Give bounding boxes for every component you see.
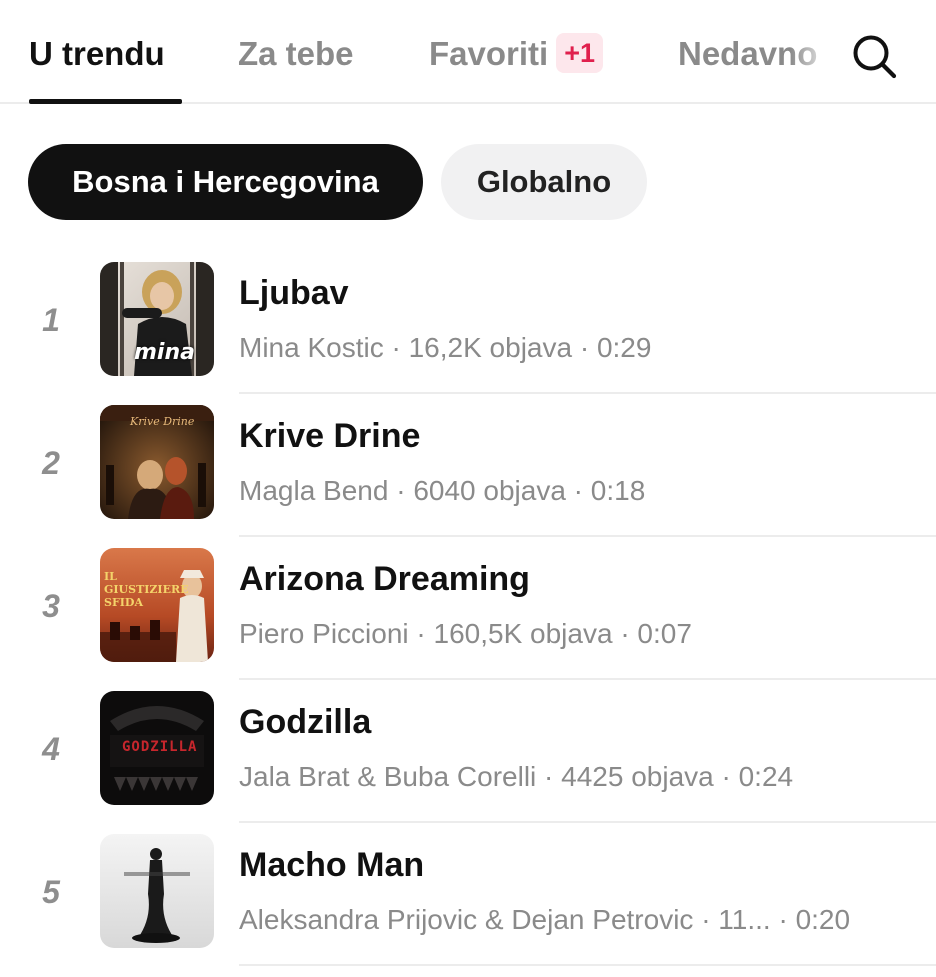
track-row[interactable]: 5 Macho Man Aleksandra Prijovic & Dejan … — [0, 834, 936, 977]
row-divider — [239, 964, 936, 966]
album-cover: GODZILLA — [100, 691, 214, 805]
region-chip-bih[interactable]: Bosna i Hercegovina — [28, 144, 423, 220]
track-title: Godzilla — [239, 703, 372, 741]
album-cover: Krive Drine — [100, 405, 214, 519]
cover-label: Krive Drine — [130, 415, 195, 428]
top-tab-bar: U trendu Za tebe Favoriti +1 Nedavno — [0, 0, 936, 104]
tab-u-trendu[interactable]: U trendu — [29, 30, 165, 78]
track-row[interactable]: 3 IL GIUSTIZIERE SFIDA Arizona Dreaming … — [0, 548, 936, 691]
tab-nedavno[interactable]: Nedavno — [678, 30, 817, 78]
album-cover: mina — [100, 262, 214, 376]
search-button[interactable] — [848, 30, 900, 82]
tab-label: U trendu — [29, 35, 165, 72]
row-divider — [239, 392, 936, 394]
cover-label: IL GIUSTIZIERE SFIDA — [104, 570, 189, 609]
track-row[interactable]: 1 mina Ljubav Mina Kostic · 16,2K objava… — [0, 262, 936, 405]
track-row[interactable]: 2 Krive Drine Krive Drine Magla Bend · 6… — [0, 405, 936, 548]
region-chip-global[interactable]: Globalno — [441, 144, 647, 220]
search-icon — [853, 35, 897, 79]
tab-favoriti[interactable]: Favoriti +1 — [429, 30, 603, 78]
chip-label: Globalno — [476, 164, 612, 199]
track-meta: Aleksandra Prijovic & Dejan Petrovic · 1… — [239, 904, 851, 935]
cover-label: mina — [134, 340, 195, 365]
cover-label: GODZILLA — [122, 739, 198, 755]
track-rank: 3 — [42, 588, 60, 624]
track-rank: 1 — [42, 302, 60, 338]
track-meta: Mina Kostic · 16,2K objava · 0:29 — [239, 332, 652, 363]
active-tab-indicator — [29, 99, 182, 104]
track-meta: Jala Brat & Buba Corelli · 4425 objava ·… — [239, 761, 794, 792]
tab-label: Nedavno — [678, 35, 818, 72]
track-title: Macho Man — [239, 846, 425, 884]
track-rank: 2 — [42, 445, 60, 481]
track-title: Krive Drine — [239, 417, 421, 455]
row-divider — [239, 821, 936, 823]
chip-label: Bosna i Hercegovina — [72, 164, 379, 199]
tab-label: Favoriti — [429, 35, 549, 72]
row-divider — [239, 535, 936, 537]
row-divider — [239, 678, 936, 680]
tab-label: Za tebe — [238, 35, 354, 72]
album-cover: IL GIUSTIZIERE SFIDA — [100, 548, 214, 662]
track-rank: 4 — [42, 731, 60, 767]
tab-za-tebe[interactable]: Za tebe — [238, 30, 354, 78]
track-title: Ljubav — [239, 274, 349, 312]
album-cover — [100, 834, 214, 948]
track-row[interactable]: 4 GODZILLA Godzilla Jala Brat & Buba Cor… — [0, 691, 936, 834]
track-meta: Piero Piccioni · 160,5K objava · 0:07 — [239, 618, 692, 649]
track-title: Arizona Dreaming — [239, 560, 530, 598]
track-meta: Magla Bend · 6040 objava · 0:18 — [239, 475, 646, 506]
track-rank: 5 — [42, 874, 60, 910]
favorites-count-badge: +1 — [556, 33, 603, 74]
